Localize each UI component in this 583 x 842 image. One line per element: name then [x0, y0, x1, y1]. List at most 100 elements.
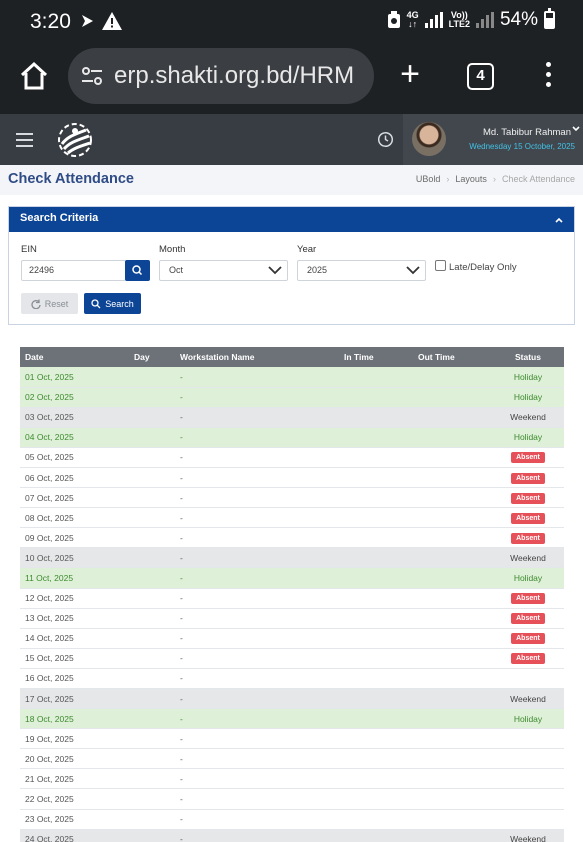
- cell-out-time: [413, 688, 492, 710]
- signal-strength-icon: [424, 12, 443, 28]
- table-header-row: Date Day Workstation Name In Time Out Ti…: [20, 347, 564, 367]
- table-row: 05 Oct, 2025 - Absent: [20, 447, 564, 468]
- cell-day: [129, 467, 175, 489]
- cell-in-time: [339, 768, 413, 790]
- cell-workstation: -: [175, 387, 339, 408]
- current-date: Wednesday 15 October, 2025: [469, 142, 575, 151]
- table-row: 15 Oct, 2025 - Absent: [20, 648, 564, 669]
- cell-out-time: [413, 467, 492, 489]
- breadcrumb-item-ubold[interactable]: UBold: [416, 174, 441, 184]
- cell-date: 16 Oct, 2025: [20, 668, 129, 690]
- avatar[interactable]: [412, 122, 446, 156]
- cell-out-time: [413, 728, 492, 750]
- card-header[interactable]: Search Criteria: [9, 207, 574, 232]
- year-select[interactable]: 2025: [297, 260, 426, 281]
- cell-workstation: -: [175, 527, 339, 549]
- site-settings-icon[interactable]: [80, 64, 104, 88]
- cell-date: 02 Oct, 2025: [20, 387, 129, 408]
- cell-out-time: [413, 588, 492, 609]
- cell-workstation: -: [175, 648, 339, 669]
- cell-day: [129, 768, 175, 790]
- cell-day: [129, 588, 175, 609]
- battery-percent: 54%: [499, 9, 538, 30]
- battery-icon: [544, 8, 555, 29]
- status-time: 3:20: [30, 10, 71, 33]
- cell-status: Absent: [492, 608, 564, 629]
- search-button[interactable]: Search: [84, 293, 141, 314]
- search-icon: [132, 265, 143, 276]
- chevron-down-icon[interactable]: [572, 125, 580, 133]
- cell-status: Absent: [492, 628, 564, 649]
- column-header-day: Day: [129, 347, 175, 367]
- cell-date: 11 Oct, 2025: [20, 567, 129, 589]
- cell-in-time: [339, 829, 413, 842]
- month-label: Month: [159, 244, 186, 255]
- late-delay-label[interactable]: Late/Delay Only: [449, 262, 517, 273]
- cell-day: [129, 668, 175, 690]
- cell-workstation: -: [175, 608, 339, 629]
- cell-date: 18 Oct, 2025: [20, 708, 129, 730]
- column-header-status: Status: [492, 347, 564, 367]
- absent-badge: Absent: [511, 512, 545, 524]
- cell-date: 12 Oct, 2025: [20, 588, 129, 609]
- url-text: erp.shakti.org.bd/HRM: [114, 62, 355, 89]
- cell-out-time: [413, 487, 492, 509]
- ein-input[interactable]: 22496: [21, 260, 126, 281]
- month-select[interactable]: Oct: [159, 260, 288, 281]
- cell-day: [129, 608, 175, 629]
- cell-out-time: [413, 668, 492, 690]
- late-delay-checkbox[interactable]: [435, 260, 446, 271]
- cell-out-time: [413, 407, 492, 428]
- home-icon[interactable]: [18, 60, 50, 92]
- year-value: 2025: [307, 265, 328, 275]
- cell-day: [129, 487, 175, 509]
- table-row: 20 Oct, 2025 -: [20, 748, 564, 770]
- status-bar: 3:20 4G ↓↑ Vo)) LTE2 54%: [0, 0, 583, 42]
- new-tab-icon[interactable]: +: [395, 57, 425, 91]
- cell-workstation: -: [175, 367, 339, 388]
- cell-date: 10 Oct, 2025: [20, 547, 129, 569]
- tab-switcher-button[interactable]: 4: [467, 63, 494, 90]
- cell-out-time: [413, 788, 492, 810]
- table-row: 07 Oct, 2025 - Absent: [20, 487, 564, 509]
- cell-date: 03 Oct, 2025: [20, 407, 129, 428]
- table-row: 12 Oct, 2025 - Absent: [20, 588, 564, 609]
- cell-in-time: [339, 547, 413, 569]
- cell-in-time: [339, 788, 413, 810]
- user-name: Md. Tabibur Rahman: [482, 127, 571, 138]
- cell-in-time: [339, 367, 413, 388]
- user-profile-menu[interactable]: Md. Tabibur Rahman Wednesday 15 October,…: [403, 114, 583, 165]
- table-row: 10 Oct, 2025 - Weekend: [20, 547, 564, 569]
- cell-status: Weekend: [492, 547, 564, 569]
- cell-day: [129, 447, 175, 468]
- cell-in-time: [339, 467, 413, 489]
- app-header: Md. Tabibur Rahman Wednesday 15 October,…: [0, 114, 583, 165]
- cell-status: [492, 728, 564, 750]
- menu-toggle-icon[interactable]: [16, 133, 33, 147]
- cell-out-time: [413, 507, 492, 529]
- table-row: 16 Oct, 2025 -: [20, 668, 564, 690]
- cell-day: [129, 688, 175, 710]
- cell-in-time: [339, 387, 413, 408]
- cell-in-time: [339, 407, 413, 428]
- cell-status: Holiday: [492, 427, 564, 448]
- refresh-icon: [31, 299, 41, 309]
- cell-date: 01 Oct, 2025: [20, 367, 129, 388]
- cell-workstation: -: [175, 547, 339, 569]
- table-row: 11 Oct, 2025 - Holiday: [20, 567, 564, 589]
- brand-logo[interactable]: [56, 122, 94, 158]
- reset-button[interactable]: Reset: [21, 293, 78, 314]
- breadcrumb-item-current: Check Attendance: [501, 174, 575, 184]
- cell-workstation: -: [175, 507, 339, 529]
- breadcrumb-item-layouts[interactable]: Layouts: [455, 174, 487, 184]
- browser-menu-icon[interactable]: [544, 62, 552, 90]
- cell-status: [492, 748, 564, 770]
- cell-day: [129, 367, 175, 388]
- cell-out-time: [413, 387, 492, 408]
- url-bar[interactable]: erp.shakti.org.bd/HRM: [68, 48, 374, 104]
- card-title: Search Criteria: [20, 212, 99, 224]
- chevron-up-icon[interactable]: [554, 215, 564, 225]
- clock-icon[interactable]: [377, 131, 394, 148]
- cell-in-time: [339, 748, 413, 770]
- ein-search-button[interactable]: [125, 260, 150, 281]
